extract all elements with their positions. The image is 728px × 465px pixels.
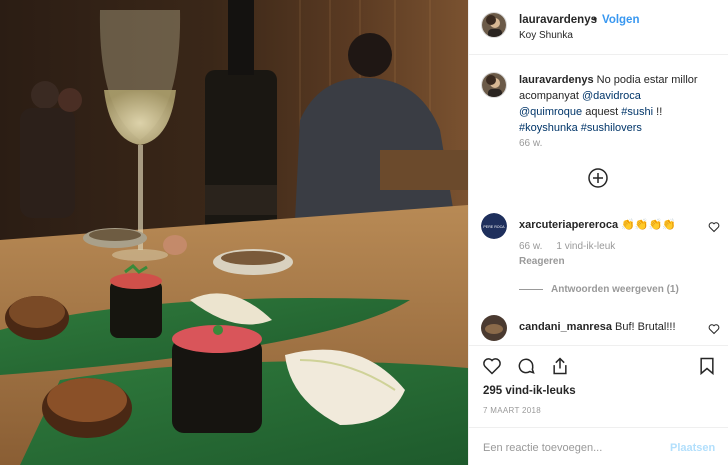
heart-icon[interactable] — [708, 221, 720, 233]
post-comment-button[interactable]: Plaatsen — [670, 442, 715, 454]
comment-username[interactable]: xarcuteriapereroca — [519, 219, 618, 231]
hashtag-link[interactable]: #sushilovers — [581, 122, 642, 134]
share-icon[interactable] — [550, 356, 570, 376]
comment-username[interactable]: candani_manresa — [519, 321, 612, 333]
photo-image — [0, 0, 468, 465]
comment: PERE ROCA xarcuteriapereroca 👏👏👏👏 66 w. 1… — [481, 213, 720, 273]
mention-link[interactable]: @davidroca — [582, 90, 641, 102]
comment-timestamp: 66 w. — [519, 241, 543, 252]
location[interactable]: Koy Shunka — [519, 30, 573, 41]
action-bar: 295 vind-ik-leuks 7 MAART 2018 Een react… — [469, 345, 728, 465]
comment-body: Buf! Brutal!!! — [615, 321, 676, 333]
post-date: 7 MAART 2018 — [483, 406, 542, 415]
bookmark-icon[interactable] — [697, 356, 717, 376]
comment-likes[interactable]: 1 vind-ik-leuk — [556, 241, 615, 252]
avatar[interactable] — [481, 315, 507, 341]
comment-text: candani_manresa Buf! Brutal!!! — [519, 320, 699, 335]
avatar[interactable] — [481, 12, 507, 38]
avatar[interactable]: PERE ROCA — [481, 213, 507, 239]
divider — [519, 289, 543, 290]
heart-icon[interactable] — [708, 323, 720, 335]
username[interactable]: lauravardenys — [519, 14, 597, 26]
caption-text-2: aquest — [582, 106, 622, 118]
comment-text: xarcuteriapereroca 👏👏👏👏 — [519, 218, 699, 233]
likes-count[interactable]: 295 vind-ik-leuks — [483, 385, 576, 397]
follow-button[interactable]: Volgen — [602, 14, 639, 26]
hashtag-link[interactable]: #koyshunka — [519, 122, 578, 134]
caption-text-3: !! — [653, 106, 663, 118]
post-sidebar: lauravardenys • Volgen Koy Shunka laurav… — [468, 0, 728, 465]
caption-username[interactable]: lauravardenys — [519, 74, 594, 86]
comment: candani_manresa Buf! Brutal!!! — [481, 315, 720, 345]
view-replies-label: Antwoorden weergeven (1) — [551, 284, 679, 295]
add-comment-bar: Een reactie toevoegen... Plaatsen — [469, 427, 728, 465]
mention-link[interactable]: @quimroque — [519, 106, 582, 118]
avatar-logo-text: PERE ROCA — [483, 225, 505, 229]
hashtag-link[interactable]: #sushi — [621, 106, 653, 118]
sushi-dinner-photo[interactable] — [0, 0, 468, 465]
avatar[interactable] — [481, 72, 507, 98]
instagram-post: lauravardenys • Volgen Koy Shunka laurav… — [0, 0, 728, 465]
comment-icon[interactable] — [516, 356, 536, 376]
caption-text: lauravardenys No podia estar millor acom… — [519, 72, 724, 136]
post-header: lauravardenys • Volgen Koy Shunka — [469, 0, 728, 55]
reply-button[interactable]: Reageren — [519, 256, 565, 267]
comment-input[interactable]: Een reactie toevoegen... — [483, 442, 602, 454]
view-replies-button[interactable]: Antwoorden weergeven (1) — [519, 284, 679, 295]
caption-timestamp: 66 w. — [519, 138, 543, 149]
separator-dot: • — [593, 12, 598, 26]
comment-meta: 66 w. 1 vind-ik-leuk — [519, 241, 629, 252]
plus-circle-icon[interactable] — [587, 167, 609, 189]
comment-body: 👏👏👏👏 — [621, 219, 676, 231]
heart-icon[interactable] — [482, 356, 502, 376]
